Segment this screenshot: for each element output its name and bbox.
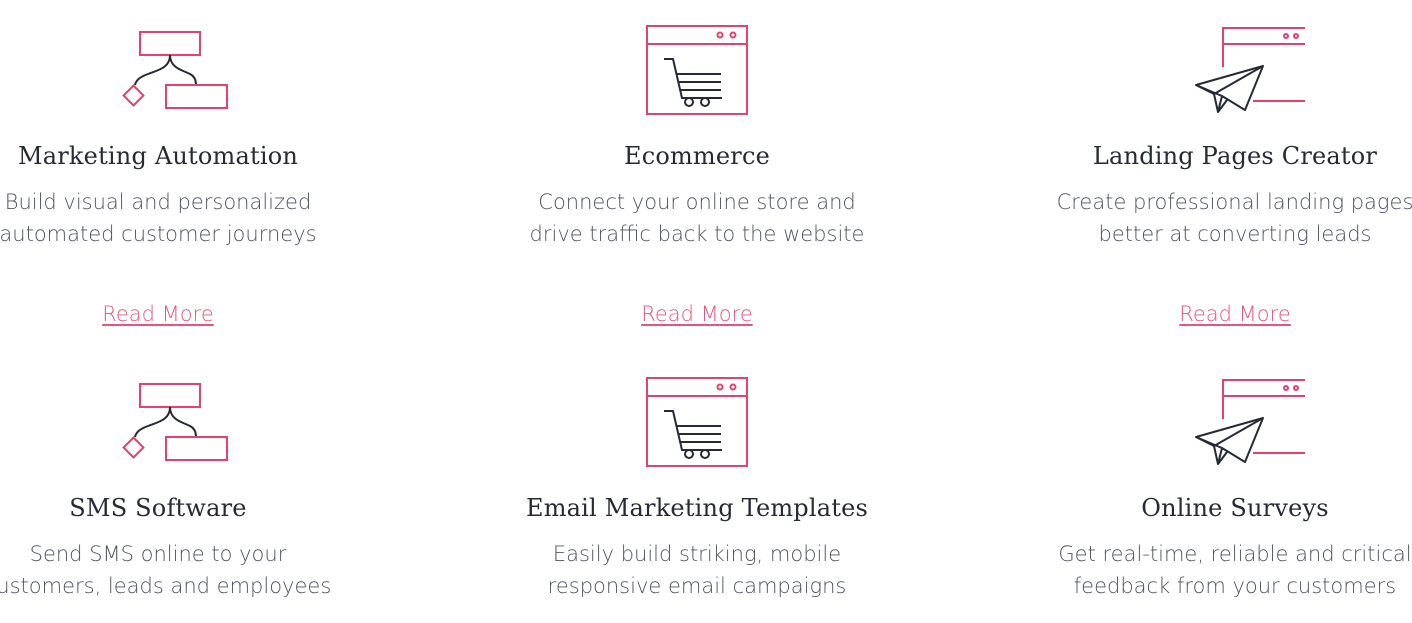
description-line: Create professional landing pages: [1056, 190, 1412, 214]
feature-title: Ecommerce: [623, 142, 771, 170]
description-line: Build visual and personalized: [4, 190, 312, 214]
description-line: Get real-time, reliable and critical: [1058, 542, 1412, 566]
description-line: Connect your online store and: [538, 190, 856, 214]
description-line: automated customer journeys: [0, 222, 317, 246]
description-line: Easily build striking, mobile: [552, 542, 842, 566]
feature-description: Build visual and personalized automated …: [0, 186, 368, 250]
feature-description: Easily build striking, mobile responsive…: [487, 538, 907, 602]
description-line: feedback from your customers: [1073, 574, 1397, 598]
paper-plane-browser-icon: [1165, 22, 1305, 122]
feature-description: Send SMS online to your customers, leads…: [0, 538, 368, 602]
description-line: Send SMS online to your: [29, 542, 287, 566]
feature-description: Create professional landing pages better…: [1025, 186, 1412, 250]
feature-title: Marketing Automation: [17, 142, 299, 170]
feature-title: SMS Software: [69, 494, 247, 522]
paper-plane-browser-icon: [1165, 374, 1305, 474]
description-line: customers, leads and employees: [0, 574, 332, 598]
feature-description: Get real-time, reliable and critical fee…: [1025, 538, 1412, 602]
shopping-cart-browser-icon: [627, 22, 767, 122]
description-line: drive traffic back to the website: [529, 222, 865, 246]
description-line: responsive email campaigns: [547, 574, 847, 598]
feature-title: Landing Pages Creator: [1092, 142, 1378, 170]
feature-title: Online Surveys: [1141, 494, 1329, 522]
shopping-cart-browser-icon: [627, 374, 767, 474]
read-more-link[interactable]: Read More: [487, 302, 907, 326]
feature-title: Email Marketing Templates: [525, 494, 869, 522]
description-line: better at converting leads: [1098, 222, 1372, 246]
workflow-icon: [88, 374, 228, 474]
read-more-link[interactable]: Read More: [1025, 302, 1412, 326]
feature-description: Connect your online store and drive traf…: [487, 186, 907, 250]
workflow-icon: [88, 22, 228, 122]
read-more-link[interactable]: Read More: [0, 302, 368, 326]
